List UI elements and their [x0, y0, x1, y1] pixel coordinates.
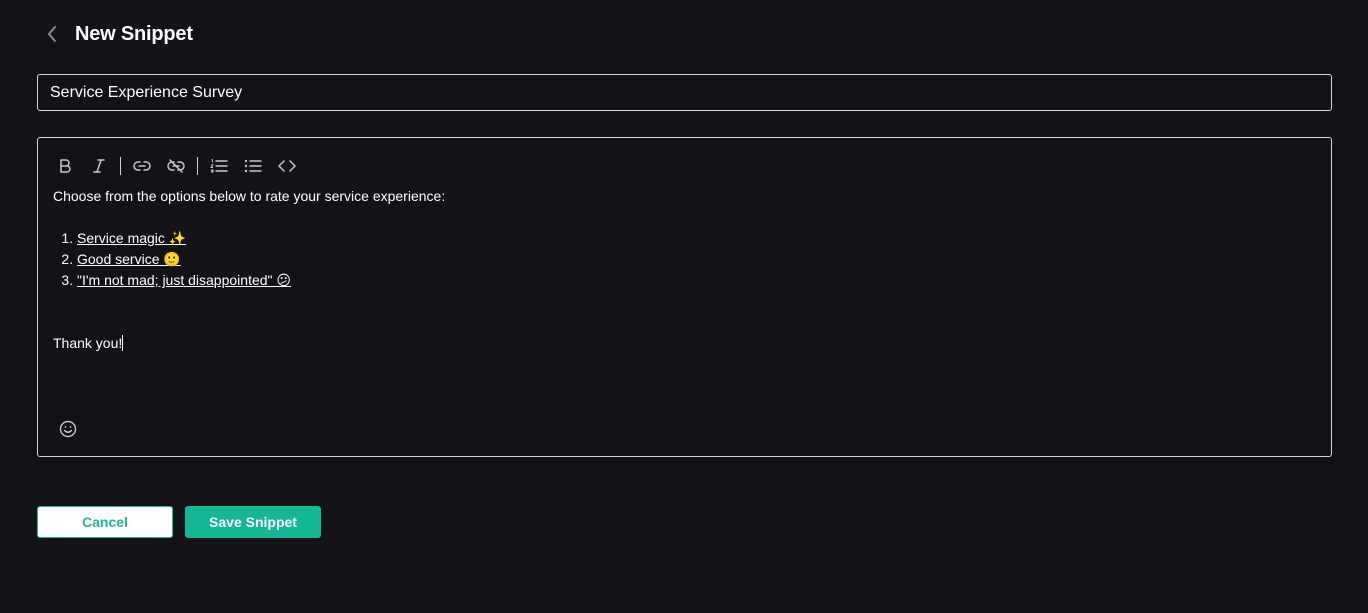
- back-button[interactable]: [40, 18, 64, 50]
- closing-line: Thank you!: [53, 333, 1316, 354]
- link-icon: [133, 160, 151, 172]
- bold-button[interactable]: [52, 154, 78, 178]
- editor-toolbar: [52, 154, 308, 178]
- page-header: New Snippet: [40, 18, 193, 50]
- list-item: Service magic ✨: [77, 228, 1316, 249]
- emoji-picker-button[interactable]: [57, 418, 79, 440]
- option-link[interactable]: Service magic ✨: [77, 230, 186, 246]
- list-item: "I'm not mad; just disappointed" 😕: [77, 270, 1316, 291]
- page-title: New Snippet: [75, 22, 193, 45]
- link-button[interactable]: [129, 154, 155, 178]
- intro-text: Choose from the options below to rate yo…: [53, 188, 446, 204]
- bullet-list-icon: [244, 159, 262, 173]
- closing-text: Thank you!: [53, 335, 123, 351]
- bullet-list-button[interactable]: [240, 154, 266, 178]
- smiley-icon: [59, 420, 77, 438]
- ordered-list-icon: [210, 159, 228, 173]
- chevron-left-icon: [46, 25, 58, 43]
- italic-icon: [92, 158, 106, 174]
- editor-content[interactable]: Choose from the options below to rate yo…: [53, 186, 1316, 354]
- option-link[interactable]: "I'm not mad; just disappointed" 😕: [77, 272, 291, 288]
- unlink-button[interactable]: [163, 154, 189, 178]
- list-item: Good service 🙂: [77, 249, 1316, 270]
- save-snippet-button[interactable]: Save Snippet: [185, 506, 321, 538]
- option-link[interactable]: Good service 🙂: [77, 251, 181, 267]
- options-list: Service magic ✨ Good service 🙂 "I'm not …: [53, 228, 1316, 291]
- ordered-list-button[interactable]: [206, 154, 232, 178]
- snippet-editor[interactable]: Choose from the options below to rate yo…: [37, 137, 1332, 457]
- snippet-title-input[interactable]: [37, 74, 1332, 111]
- bold-icon: [58, 158, 72, 174]
- toolbar-divider: [120, 157, 121, 175]
- code-icon: [278, 160, 296, 172]
- new-snippet-page: New Snippet Service Experience Survey Ch…: [0, 0, 1368, 613]
- code-button[interactable]: [274, 154, 300, 178]
- toolbar-divider: [197, 157, 198, 175]
- cancel-button[interactable]: Cancel: [37, 506, 173, 538]
- italic-button[interactable]: [86, 154, 112, 178]
- unlink-icon: [167, 159, 185, 173]
- text-caret: [122, 335, 124, 351]
